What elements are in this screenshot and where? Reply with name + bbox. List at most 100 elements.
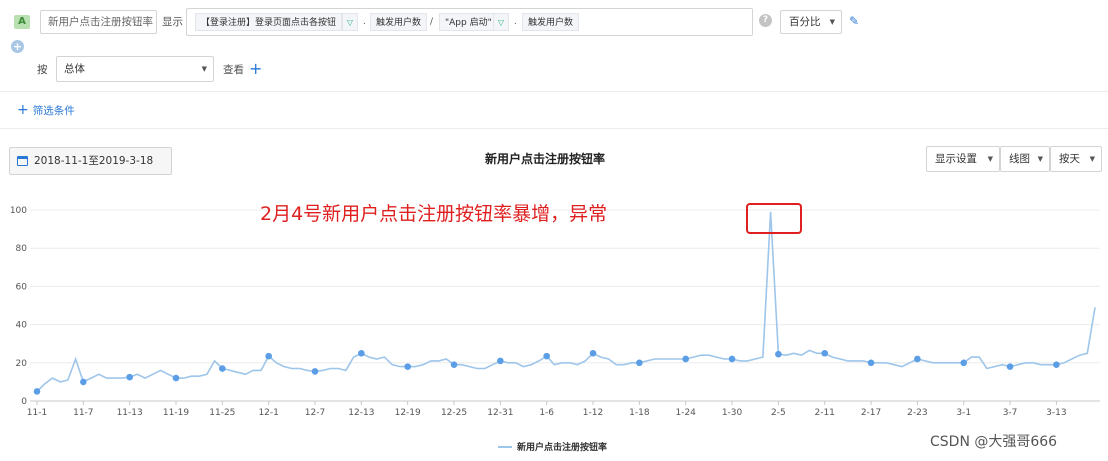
group-by-value: 总体 [64, 63, 85, 75]
y-tick-label: 0 [21, 397, 27, 407]
granularity-label: 按天 [1059, 153, 1080, 165]
formula-dot-2: . [514, 17, 517, 27]
caret-down-icon: ▼ [829, 18, 835, 26]
date-range-value: 2018-11-1至2019-3-18 [34, 155, 154, 167]
metric-badge: A [14, 15, 30, 29]
series-markers [33, 349, 1060, 395]
chart-type-label: 线图 [1009, 153, 1030, 165]
line-chart: 0 20 40 60 80 100 11-1 11-7 11-13 11-19 11-25 12-1… [10, 206, 1100, 453]
help-icon[interactable]: ? [759, 14, 772, 27]
display-mode-value: 百分比 [789, 16, 821, 28]
x-tick-label: 11-7 [73, 408, 93, 418]
metric-row: A 新用户点击注册按钮率 显示 【登录注册】登录页面点击各按钮 ▽ . 触发用户… [0, 6, 1108, 38]
x-tick-label: 1-18 [629, 408, 650, 418]
legend[interactable]: 新用户点击注册按钮率 [498, 441, 607, 453]
formula-measure-2[interactable]: 触发用户数 [522, 13, 580, 31]
data-point[interactable] [311, 368, 319, 375]
x-tick-label: 3-1 [956, 408, 971, 418]
data-point[interactable] [80, 378, 87, 386]
plus-icon: + [17, 102, 29, 118]
x-tick-label: 2-17 [861, 408, 881, 418]
data-point[interactable] [265, 352, 272, 360]
x-tick-label: 2-11 [814, 408, 834, 418]
legend-label: 新用户点击注册按钮率 [517, 441, 607, 453]
data-point[interactable] [172, 374, 180, 382]
y-tick-label: 40 [16, 321, 28, 331]
data-point[interactable] [636, 359, 643, 367]
anomaly-highlight-box [746, 203, 802, 234]
x-tick-label: 3-13 [1046, 408, 1066, 418]
metric-name-input[interactable]: 新用户点击注册按钮率 [40, 10, 157, 34]
x-tick-label: 11-1 [27, 408, 47, 418]
add-metric-icon[interactable]: + [11, 40, 24, 53]
watermark: CSDN @大强哥666 [930, 434, 1058, 450]
funnel-icon[interactable]: ▽ [493, 13, 509, 31]
y-tick-label: 20 [16, 359, 28, 369]
data-point[interactable] [728, 355, 736, 363]
anomaly-annotation: 2月4号新用户点击注册按钮率暴增，异常 [260, 203, 608, 225]
formula-dot-1: . [363, 17, 366, 27]
y-tick-label: 80 [16, 244, 28, 254]
x-tick-label: 11-19 [163, 408, 189, 418]
filter-label: 筛选条件 [32, 105, 75, 117]
data-point[interactable] [867, 359, 875, 367]
data-point[interactable] [960, 359, 968, 367]
x-tick-label: 12-7 [305, 408, 325, 418]
x-tick-label: 1-30 [722, 408, 743, 418]
x-tick-label: 12-25 [441, 408, 467, 418]
date-range-button[interactable]: 2018-11-1至2019-3-18 [9, 147, 172, 175]
caret-down-icon: ▼ [1037, 155, 1043, 163]
data-point[interactable] [775, 350, 782, 358]
formula-measure-1[interactable]: 触发用户数 [370, 13, 428, 31]
x-tick-label: 12-19 [395, 408, 421, 418]
data-point[interactable] [543, 352, 550, 360]
x-axis: 11-1 11-7 11-13 11-19 11-25 12-1 12-7 12-13 12-1… [27, 401, 1067, 418]
data-point[interactable] [821, 349, 829, 357]
granularity-button[interactable]: 按天 ▼ [1050, 146, 1102, 172]
x-tick-label: 2-23 [907, 408, 927, 418]
chart-title: 新用户点击注册按钮率 [484, 152, 605, 166]
caret-down-icon: ▼ [201, 65, 207, 73]
data-point[interactable] [1053, 361, 1060, 369]
formula-divide: / [430, 17, 434, 27]
data-point[interactable] [219, 365, 226, 372]
data-point[interactable] [126, 373, 133, 381]
x-tick-label: 12-31 [487, 408, 513, 418]
divider [0, 91, 1108, 92]
data-point[interactable] [404, 363, 411, 370]
data-point[interactable] [358, 349, 365, 357]
grid [30, 209, 1100, 402]
x-tick-label: 1-6 [539, 408, 554, 418]
funnel-icon[interactable]: ▽ [342, 13, 358, 31]
add-filter-link[interactable]: + 筛选条件 [17, 99, 75, 122]
calendar-icon [17, 156, 28, 166]
x-tick-label: 1-12 [583, 408, 603, 418]
data-point[interactable] [589, 349, 597, 357]
data-point[interactable] [497, 357, 504, 365]
divider [0, 128, 1108, 129]
pencil-icon[interactable]: ✎ [849, 14, 859, 28]
data-point[interactable] [914, 355, 921, 363]
x-tick-label: 11-13 [117, 408, 143, 418]
chart-type-button[interactable]: 线图 ▼ [1000, 146, 1050, 172]
y-tick-label: 60 [16, 282, 28, 292]
add-view-icon[interactable]: + [249, 57, 262, 81]
data-point[interactable] [682, 355, 690, 363]
formula-editor[interactable]: 【登录注册】登录页面点击各按钮 ▽ . 触发用户数 / "App 启动" ▽ .… [186, 8, 753, 36]
group-by-select[interactable]: 总体 ▼ [56, 56, 214, 82]
display-settings-button[interactable]: 显示设置 ▼ [926, 146, 1000, 172]
x-tick-label: 2-5 [771, 408, 786, 418]
formula-event-2[interactable]: "App 启动" [439, 13, 498, 31]
display-mode-select[interactable]: 百分比 ▼ [780, 10, 842, 34]
y-tick-label: 100 [10, 206, 27, 216]
group-by-label: 按 [37, 64, 48, 76]
x-tick-label: 1-24 [675, 408, 696, 418]
x-tick-label: 12-13 [348, 408, 374, 418]
data-point[interactable] [1006, 363, 1014, 370]
data-point[interactable] [33, 388, 41, 395]
caret-down-icon: ▼ [987, 155, 993, 163]
x-tick-label: 11-25 [209, 408, 235, 418]
formula-event-1[interactable]: 【登录注册】登录页面点击各按钮 [195, 13, 343, 31]
data-point[interactable] [450, 361, 458, 369]
x-tick-label: 3-7 [1003, 408, 1018, 418]
